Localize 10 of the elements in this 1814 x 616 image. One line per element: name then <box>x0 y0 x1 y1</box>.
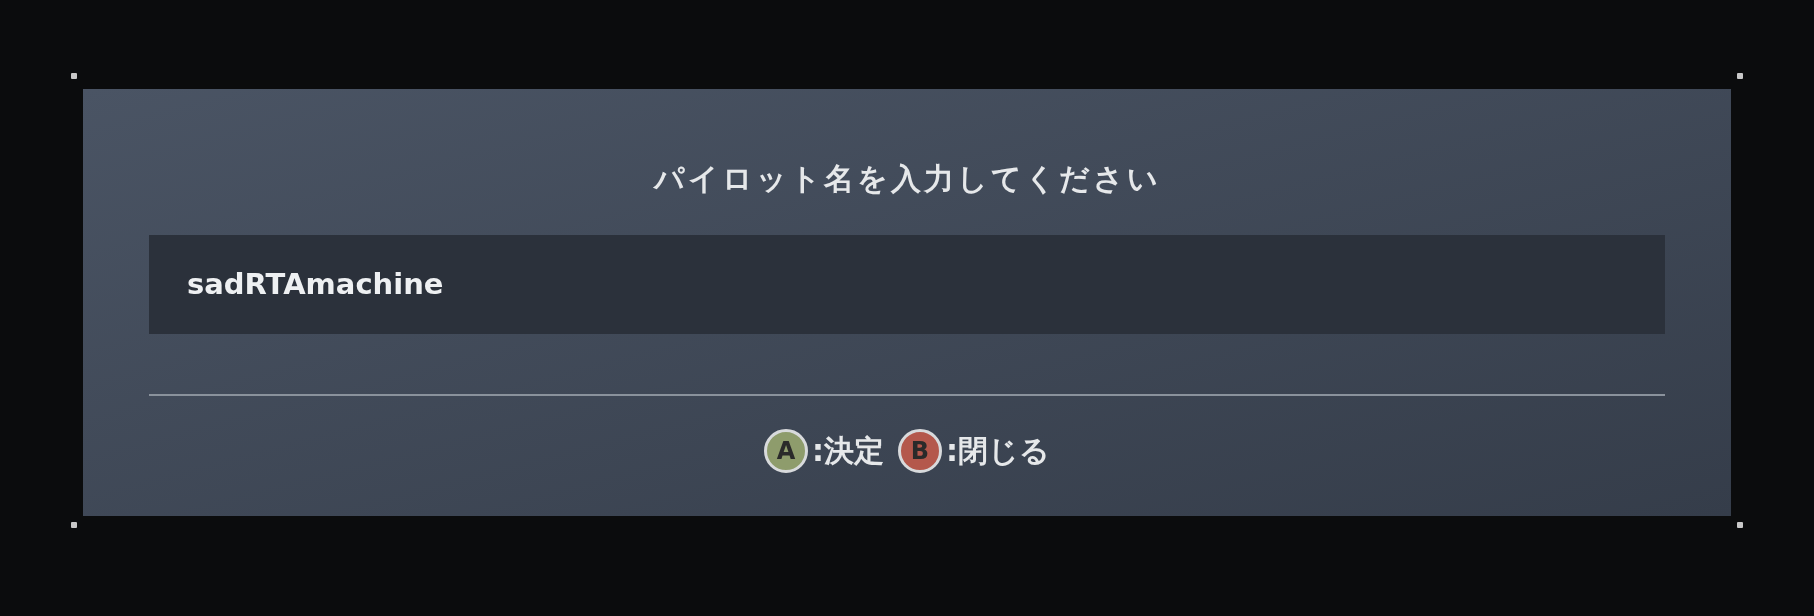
controller-button-icon: B <box>898 428 942 473</box>
dialog-title: パイロット名を入力してください <box>653 160 1161 198</box>
name-input-field[interactable]: sadRTAmachine <box>149 235 1665 334</box>
hint-label: :決定 <box>812 432 884 470</box>
controller-button-icon: A <box>764 428 808 473</box>
corner-marker <box>1737 73 1743 79</box>
hint-label: :閉じる <box>946 432 1050 470</box>
corner-marker <box>71 73 77 79</box>
corner-marker <box>1737 522 1743 528</box>
corner-marker <box>71 522 77 528</box>
